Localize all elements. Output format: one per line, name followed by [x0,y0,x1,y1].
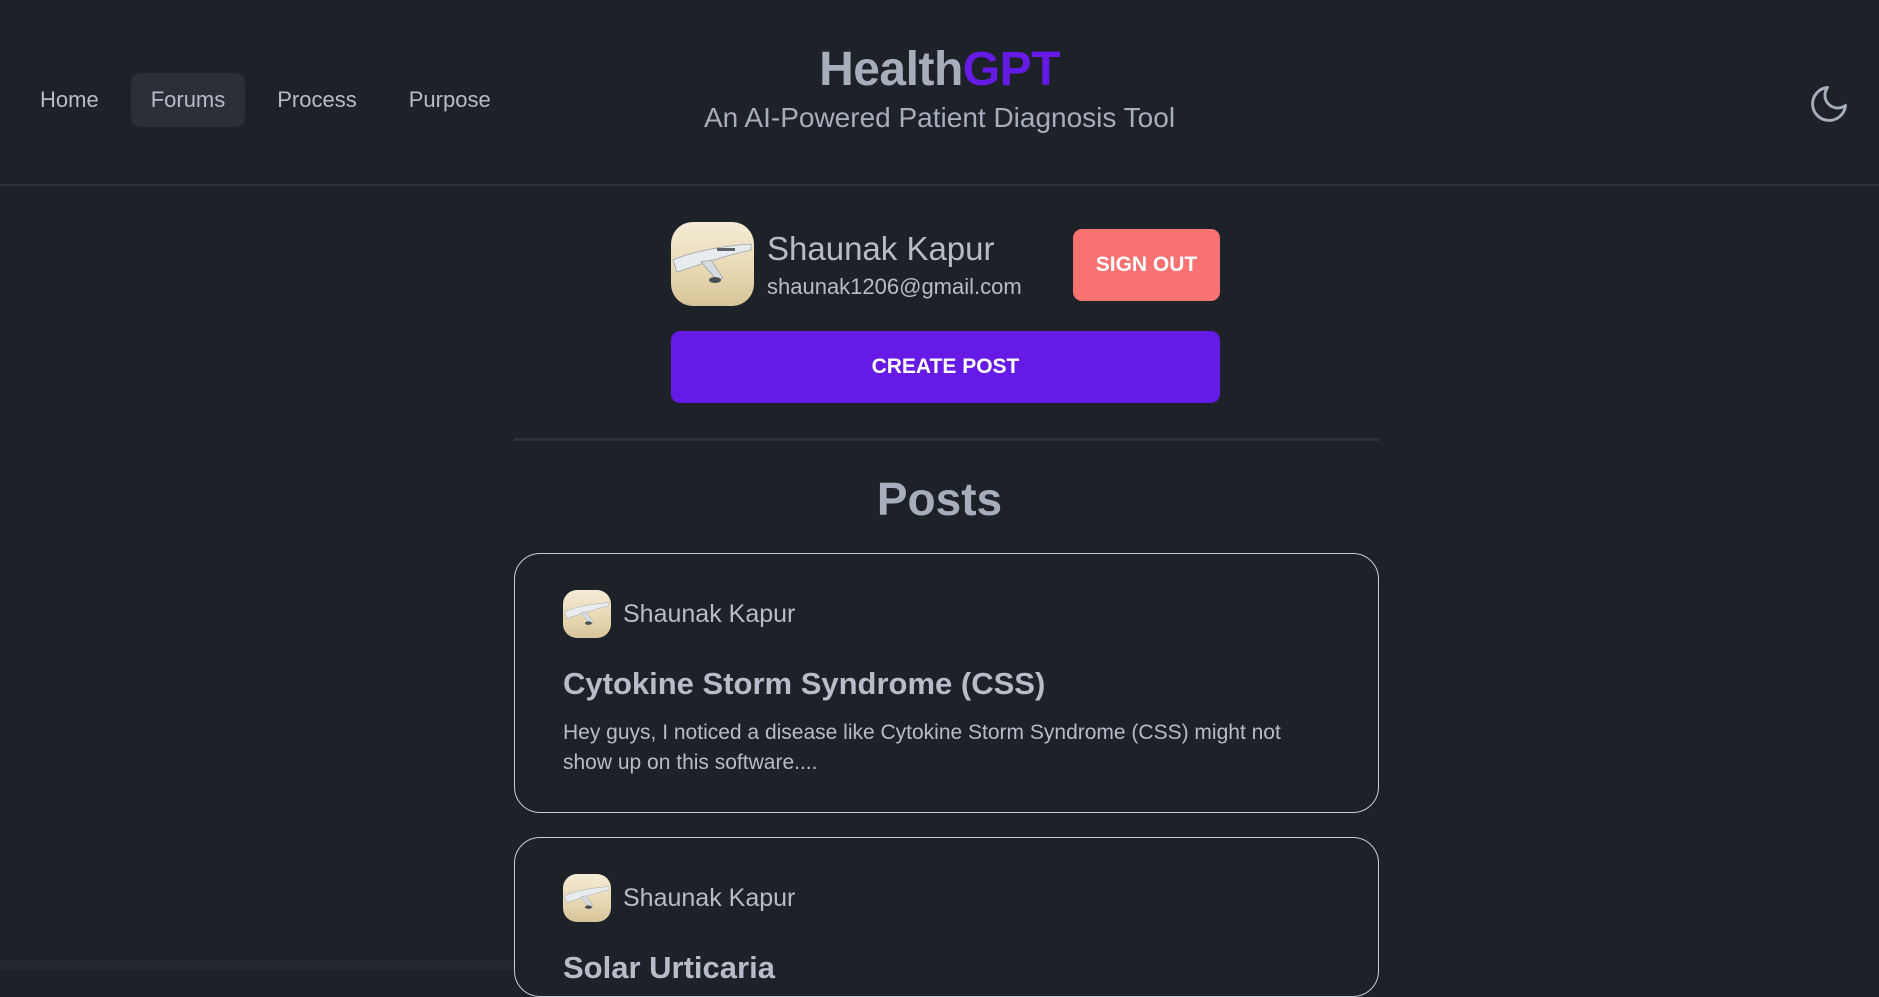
sign-out-button[interactable]: SIGN OUT [1073,229,1220,301]
site-header: Home Forums Process Purpose HealthGPT An… [0,0,1879,186]
post-author-name: Shaunak Kapur [623,883,796,912]
airplane-avatar-icon [564,886,610,909]
post-title[interactable]: Solar Urticaria [563,950,1330,986]
user-email: shaunak1206@gmail.com [767,274,1022,299]
post-author-avatar [563,874,611,922]
airplane-avatar-icon [672,243,752,283]
brand-title: HealthGPT [0,40,1879,100]
brand-title-main: Health [819,43,963,96]
create-post-button[interactable]: CREATE POST [671,331,1220,403]
status-strip [0,960,514,970]
post-card[interactable]: Shaunak Kapur Solar Urticaria [514,837,1379,997]
theme-toggle-button[interactable] [1807,82,1851,126]
brand-title-accent: GPT [962,43,1061,96]
airplane-avatar-icon [564,602,610,625]
brand: HealthGPT An AI-Powered Patient Diagnosi… [0,40,1879,134]
post-author-name: Shaunak Kapur [623,599,796,628]
post-excerpt: Hey guys, I noticed a disease like Cytok… [563,721,1281,774]
user-name: Shaunak Kapur [767,230,995,267]
post-author-row: Shaunak Kapur [563,590,1330,638]
post-title[interactable]: Cytokine Storm Syndrome (CSS) [563,666,1330,702]
brand-subtitle: An AI-Powered Patient Diagnosis Tool [703,102,1176,133]
post-author-avatar [563,590,611,638]
moon-icon [1811,86,1847,122]
user-avatar [671,222,754,306]
post-card[interactable]: Shaunak Kapur Cytokine Storm Syndrome (C… [514,553,1379,813]
posts-heading: Posts [876,473,1003,525]
divider [514,438,1379,441]
post-author-row: Shaunak Kapur [563,874,1330,922]
